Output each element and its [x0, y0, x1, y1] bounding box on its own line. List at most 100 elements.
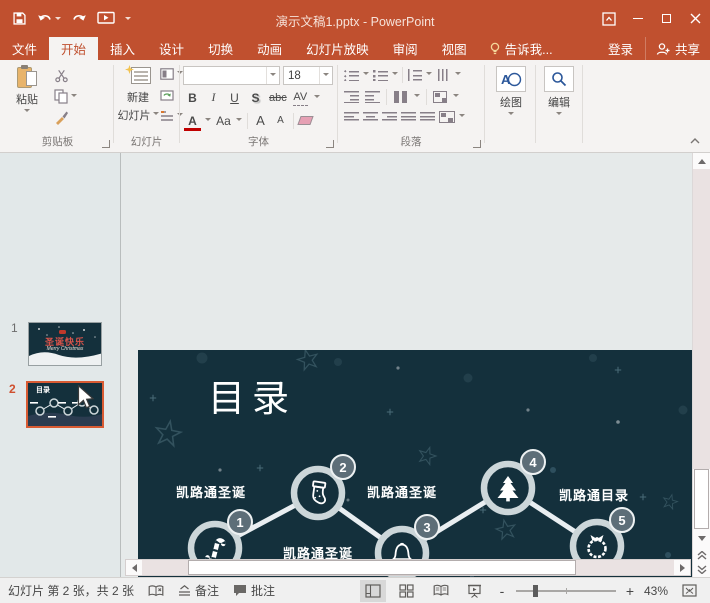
slide-title[interactable]: 目录	[208, 368, 296, 422]
copy-dropdown-arrow[interactable]	[71, 94, 77, 100]
bullets-button[interactable]	[344, 69, 359, 81]
smartart-dropdown-arrow[interactable]	[459, 114, 465, 120]
vertical-scrollbar[interactable]	[692, 153, 710, 577]
maximize-button[interactable]	[652, 0, 681, 37]
redo-button[interactable]	[68, 9, 90, 29]
align-center-button[interactable]	[363, 111, 378, 123]
format-painter-button[interactable]	[54, 110, 69, 125]
text-direction-button[interactable]	[436, 69, 451, 81]
item-label-4[interactable]: 凯路通目录	[559, 485, 629, 504]
font-size-dropdown[interactable]	[319, 67, 332, 84]
align-text-dropdown-arrow[interactable]	[453, 94, 459, 100]
ribbon-display-options-button[interactable]	[594, 0, 623, 37]
tab-design[interactable]: 设计	[147, 37, 196, 60]
text-direction-dropdown-arrow[interactable]	[455, 72, 461, 78]
tab-review[interactable]: 审阅	[381, 37, 430, 60]
align-left-button[interactable]	[344, 111, 359, 123]
item-label-1[interactable]: 凯路通圣诞	[176, 482, 246, 501]
font-color-dropdown-arrow[interactable]	[205, 118, 211, 124]
columns-dropdown-arrow[interactable]	[414, 94, 420, 100]
zoom-in-button[interactable]: +	[624, 583, 636, 599]
clipboard-dialog-launcher[interactable]	[102, 140, 110, 148]
scroll-up-button[interactable]	[693, 153, 710, 169]
paste-button[interactable]: 粘贴	[8, 65, 46, 115]
font-dialog-launcher[interactable]	[326, 140, 334, 148]
slide-sorter-view-button[interactable]	[394, 580, 420, 602]
italic-button[interactable]: I	[206, 89, 221, 106]
bullets-dropdown-arrow[interactable]	[363, 72, 369, 78]
proofing-button[interactable]	[148, 584, 164, 598]
line-spacing-dropdown-arrow[interactable]	[426, 72, 432, 78]
close-button[interactable]	[681, 0, 710, 37]
tell-me-box[interactable]: 告诉我...	[479, 37, 563, 60]
line-spacing-button[interactable]	[407, 69, 422, 81]
character-spacing-dropdown-arrow[interactable]	[314, 95, 320, 101]
paste-dropdown-arrow[interactable]	[24, 109, 30, 115]
increase-font-size-button[interactable]: A	[253, 112, 268, 129]
slideshow-view-button[interactable]	[462, 580, 488, 602]
zoom-slider-handle[interactable]	[533, 585, 538, 597]
slide-1-thumbnail[interactable]: 圣诞快乐 Merry Christmas	[28, 322, 102, 366]
numbering-button[interactable]	[373, 69, 388, 81]
new-slide-button[interactable]: 新建 幻灯片	[116, 65, 160, 123]
scroll-down-button[interactable]	[693, 530, 710, 546]
next-slide-button[interactable]	[693, 561, 710, 577]
strikethrough-button[interactable]: abc	[269, 89, 287, 106]
vertical-scroll-thumb[interactable]	[694, 469, 709, 529]
align-text-button[interactable]	[433, 91, 447, 103]
decrease-font-size-button[interactable]: A	[273, 112, 288, 129]
tab-view[interactable]: 视图	[430, 37, 479, 60]
paragraph-dialog-launcher[interactable]	[473, 140, 481, 148]
copy-button[interactable]	[54, 89, 77, 104]
undo-button[interactable]	[34, 9, 64, 29]
start-slideshow-button[interactable]	[94, 8, 118, 29]
fit-slide-to-window-button[interactable]	[676, 580, 702, 602]
collapse-ribbon-chevron-icon[interactable]	[690, 138, 700, 144]
character-spacing-button[interactable]: AV	[293, 89, 308, 106]
scroll-left-button[interactable]	[126, 560, 142, 575]
tab-animations[interactable]: 动画	[245, 37, 294, 60]
item-label-3[interactable]: 凯路通圣诞	[367, 482, 437, 501]
zoom-out-button[interactable]: -	[496, 583, 508, 599]
numbering-dropdown-arrow[interactable]	[392, 72, 398, 78]
tab-file[interactable]: 文件	[0, 37, 49, 60]
clear-formatting-eraser-icon[interactable]	[297, 116, 313, 125]
drawing-dropdown-arrow[interactable]	[508, 112, 514, 118]
columns-button[interactable]	[393, 91, 408, 103]
sign-in-button[interactable]: 登录	[596, 37, 645, 60]
normal-view-button[interactable]	[360, 580, 386, 602]
increase-indent-button[interactable]	[365, 91, 380, 103]
font-size-combobox[interactable]: 18	[283, 66, 333, 85]
new-slide-dropdown-arrow[interactable]	[153, 112, 159, 118]
distribute-button[interactable]	[420, 111, 435, 123]
tab-slideshow[interactable]: 幻灯片放映	[294, 37, 381, 60]
justify-button[interactable]	[401, 111, 416, 123]
underline-button[interactable]: U	[227, 89, 242, 106]
font-name-dropdown[interactable]	[266, 67, 279, 84]
customize-qat-button[interactable]	[122, 11, 134, 26]
share-button[interactable]: 共享	[645, 37, 710, 60]
font-name-combobox[interactable]	[183, 66, 280, 85]
bold-button[interactable]: B	[185, 89, 200, 106]
vertical-scroll-track[interactable]	[693, 169, 710, 469]
reset-slide-button[interactable]	[160, 89, 174, 102]
align-right-button[interactable]	[382, 111, 397, 123]
undo-dropdown-arrow[interactable]	[55, 17, 61, 23]
notes-button[interactable]: 备注	[178, 582, 219, 599]
zoom-percentage[interactable]: 43%	[644, 584, 668, 598]
font-color-button[interactable]: A	[185, 112, 200, 129]
drawing-button[interactable]: A 绘图	[490, 66, 532, 118]
editing-button[interactable]: 编辑	[538, 66, 580, 118]
tab-home[interactable]: 开始	[49, 37, 98, 60]
cut-button[interactable]	[54, 68, 69, 83]
decrease-indent-button[interactable]	[344, 91, 359, 103]
convert-smartart-button[interactable]	[439, 111, 455, 123]
horizontal-scroll-thumb[interactable]	[188, 560, 576, 575]
change-case-button[interactable]: Aa	[216, 112, 231, 129]
text-shadow-button[interactable]: S	[248, 89, 263, 106]
save-button[interactable]	[9, 8, 30, 29]
horizontal-scrollbar[interactable]	[125, 559, 691, 576]
reading-view-button[interactable]	[428, 580, 454, 602]
tab-transitions[interactable]: 切换	[196, 37, 245, 60]
comments-button[interactable]: 批注	[233, 582, 275, 599]
